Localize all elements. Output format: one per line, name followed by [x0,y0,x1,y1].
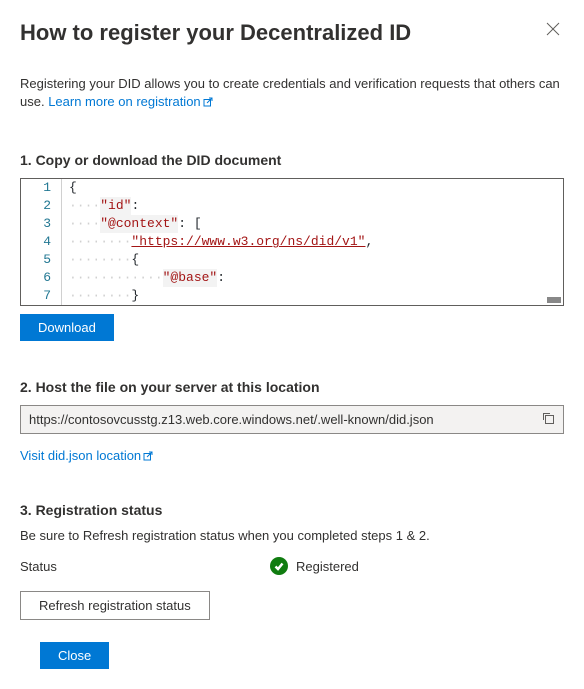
code-prop: "@base" [163,269,218,287]
learn-more-link[interactable]: Learn more on registration [48,94,212,109]
step3-heading: 3. Registration status [20,502,564,518]
code-prop: "@context" [100,215,178,233]
step1-heading: 1. Copy or download the DID document [20,152,564,168]
did-document-code[interactable]: 1{ 2····"id": 3····"@context": [ 4······… [20,178,564,306]
refresh-status-button[interactable]: Refresh registration status [20,591,210,620]
visit-did-link[interactable]: Visit did.json location [20,448,153,464]
code-string: "https://www.w3.org/ns/did/v1" [131,233,365,251]
code-brace: { [69,179,77,197]
copy-icon [541,411,555,428]
step2-heading: 2. Host the file on your server at this … [20,379,564,395]
download-button[interactable]: Download [20,314,114,341]
close-button[interactable]: Close [40,642,109,669]
external-link-icon [143,449,153,464]
host-url-field [20,405,564,434]
code-punc: : [217,269,225,287]
code-prop: "id" [100,197,131,215]
status-value: Registered [296,559,359,574]
step3-description: Be sure to Refresh registration status w… [20,528,564,543]
code-punc: : [131,197,139,215]
check-icon [270,557,288,575]
close-icon[interactable] [542,20,564,42]
page-title: How to register your Decentralized ID [20,20,411,46]
code-brace: { [131,251,139,269]
external-link-icon [203,94,213,112]
copy-button[interactable] [533,406,563,433]
code-punc: : [ [178,215,201,233]
scrollbar-thumb[interactable] [547,297,561,303]
status-label: Status [20,559,270,574]
code-brace: } [131,287,139,305]
intro-text: Registering your DID allows you to creat… [20,75,564,112]
host-url-input[interactable] [21,406,533,433]
code-punc: , [365,233,373,251]
